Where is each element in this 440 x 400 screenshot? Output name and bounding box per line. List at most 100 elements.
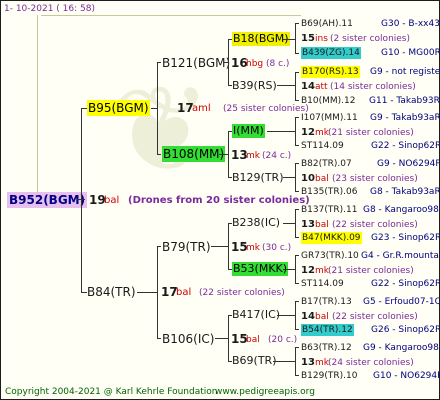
g4-ref: G9 - Takab93aR [370, 113, 440, 123]
connector [295, 237, 299, 238]
connector [295, 117, 299, 118]
g4-suffix: ins [315, 34, 328, 44]
g4-id[interactable]: I107(MM).11 [301, 112, 358, 124]
g4-ref: G30 - B-xx43 [381, 19, 440, 29]
connector [157, 154, 161, 155]
mother-queen[interactable]: B95(BGM) [87, 100, 150, 116]
website-link[interactable]: www.pedigreeapis.org [215, 386, 315, 398]
connector [228, 223, 229, 269]
g4-id[interactable]: B129(TR).10 [301, 370, 357, 382]
g4-suffix: bal [315, 312, 329, 322]
mother-colonies: (25 sister colonies) [223, 104, 309, 114]
g4-id[interactable]: B63(TR).12 [301, 342, 352, 354]
connector [295, 209, 296, 237]
g4-ref: G8 - Takab93aR [370, 187, 440, 197]
g3-queen-b2[interactable]: B129(TR) [232, 171, 284, 185]
connector [273, 361, 295, 362]
g4-ref: G22 - Sinop62R [371, 141, 440, 151]
g4-colonies: (22 sister colonies) [332, 312, 418, 322]
connector [277, 315, 295, 316]
mother-suffix: aml [192, 103, 211, 114]
connector [295, 145, 299, 146]
connector [283, 223, 295, 224]
g2-suffix-a: hbg [246, 59, 264, 69]
g4-id[interactable]: B10(MM).12 [301, 95, 356, 107]
g4-ref: G11 - Takab93R [369, 96, 440, 106]
pedigree-watermark: ❦ [111, 61, 212, 200]
g2-queen-c[interactable]: B79(TR) [162, 239, 211, 255]
connector [295, 329, 299, 330]
connector [157, 246, 158, 338]
connector [267, 131, 295, 132]
g4-ref: G10 - NO6294R [373, 371, 440, 381]
g4-count: 12 [301, 265, 315, 276]
g4-colonies: (24 sister colonies) [328, 358, 414, 368]
g4-id[interactable]: B54(TR).12 [301, 324, 354, 336]
connector [295, 283, 299, 284]
g4-id[interactable]: B439(ZG).14 [301, 47, 361, 59]
connector [295, 163, 299, 164]
g4-ref: G8 - Kangaroo98R [363, 205, 440, 215]
connector [215, 338, 228, 339]
g4-colonies: (14 sister colonies) [330, 82, 416, 92]
g3-queen-c2[interactable]: B53(MKK) [232, 262, 289, 276]
g2-suffix-b: mk [246, 151, 260, 161]
g3-queen-b1[interactable]: I(MM) [232, 124, 265, 138]
g3-queen-d2[interactable]: B69(TR) [232, 354, 277, 368]
connector [295, 163, 296, 191]
g4-suffix: mk [315, 128, 329, 138]
g4-colonies: (23 sister colonies) [332, 174, 418, 184]
g2-queen-b[interactable]: B108(MM) [162, 146, 226, 162]
connector [277, 85, 295, 86]
connector [157, 62, 161, 63]
connector [283, 269, 295, 270]
father-queen[interactable]: B84(TR) [87, 284, 136, 300]
g2-colonies-b: (24 c.) [262, 151, 292, 161]
connector [295, 100, 299, 101]
g3-queen-a2[interactable]: B39(RS) [232, 79, 277, 93]
g4-id[interactable]: ST114.09 [301, 278, 344, 290]
g4-id[interactable]: B47(MKK).09 [301, 232, 362, 244]
g4-id[interactable]: B137(TR).11 [301, 204, 357, 216]
g2-suffix-c: mk [246, 243, 260, 253]
g4-id[interactable]: GR73(TR).10 [301, 250, 359, 262]
g4-ref: G4 - Gr.R.mounta [361, 251, 439, 261]
g4-id[interactable]: B17(TR).13 [301, 296, 352, 308]
root-queen[interactable]: B952(BGM) [7, 192, 88, 208]
g4-ref: G9 - Kangaroo98R [363, 343, 440, 353]
connector [228, 315, 229, 361]
g2-colonies-d: (20 c.) [268, 335, 298, 345]
g4-ref: G9 - not registe [370, 67, 440, 77]
connector [295, 375, 299, 376]
g4-suffix: bal [315, 220, 329, 230]
guide-line [37, 15, 38, 195]
g4-suffix: mk [315, 358, 329, 368]
g4-id[interactable]: B170(RS).13 [301, 66, 360, 78]
g4-colonies: (21 sister colonies) [328, 128, 414, 138]
g2-colonies-c: (30 c.) [262, 243, 292, 253]
g3-queen-a1[interactable]: B18(BGM) [232, 32, 290, 46]
g4-colonies: (22 sister colonies) [332, 220, 418, 230]
timestamp: 1- 10-2021 ( 16: 58) [4, 4, 95, 14]
g4-suffix: mk [315, 266, 329, 276]
connector [295, 72, 296, 100]
g2-queen-d[interactable]: B106(IC) [162, 331, 214, 347]
g4-count: 15 [301, 33, 315, 44]
g4-colonies: (21 sister colonies) [328, 266, 414, 276]
connector [228, 39, 229, 85]
g3-queen-d1[interactable]: B417(IC) [232, 308, 280, 322]
root-colonies: (Drones from 20 sister colonies) [128, 195, 310, 206]
g4-id[interactable]: ST114.09 [301, 140, 344, 152]
guide-line [41, 15, 301, 16]
connector [283, 177, 295, 178]
g4-id[interactable]: B135(TR).06 [301, 186, 357, 198]
connector [295, 209, 299, 210]
connector [157, 246, 161, 247]
connector [211, 246, 228, 247]
g2-queen-a[interactable]: B121(BGM) [162, 55, 230, 71]
g4-id[interactable]: B82(TR).07 [301, 158, 352, 170]
g3-queen-c1[interactable]: B238(IC) [232, 216, 280, 230]
connector [228, 131, 229, 177]
g4-id[interactable]: B69(AH).11 [301, 18, 353, 30]
connector [137, 292, 157, 293]
